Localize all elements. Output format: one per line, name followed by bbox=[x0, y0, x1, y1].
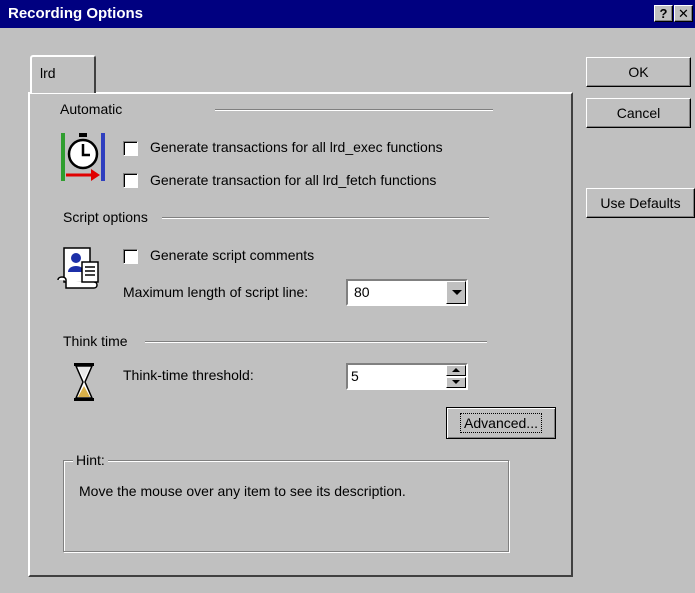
ok-button[interactable]: OK bbox=[586, 57, 691, 87]
tab-lrd[interactable]: lrd bbox=[30, 55, 96, 93]
window-title: Recording Options bbox=[8, 5, 143, 22]
tab-panel bbox=[28, 92, 573, 577]
title-bar: Recording Options ? ✕ bbox=[0, 0, 695, 28]
help-button[interactable]: ? bbox=[654, 5, 673, 22]
question-mark-icon: ? bbox=[659, 6, 668, 21]
close-button[interactable]: ✕ bbox=[674, 5, 693, 22]
close-icon: ✕ bbox=[678, 6, 689, 21]
tab-label: lrd bbox=[40, 65, 56, 81]
use-defaults-button[interactable]: Use Defaults bbox=[586, 188, 695, 218]
cancel-button[interactable]: Cancel bbox=[586, 98, 691, 128]
